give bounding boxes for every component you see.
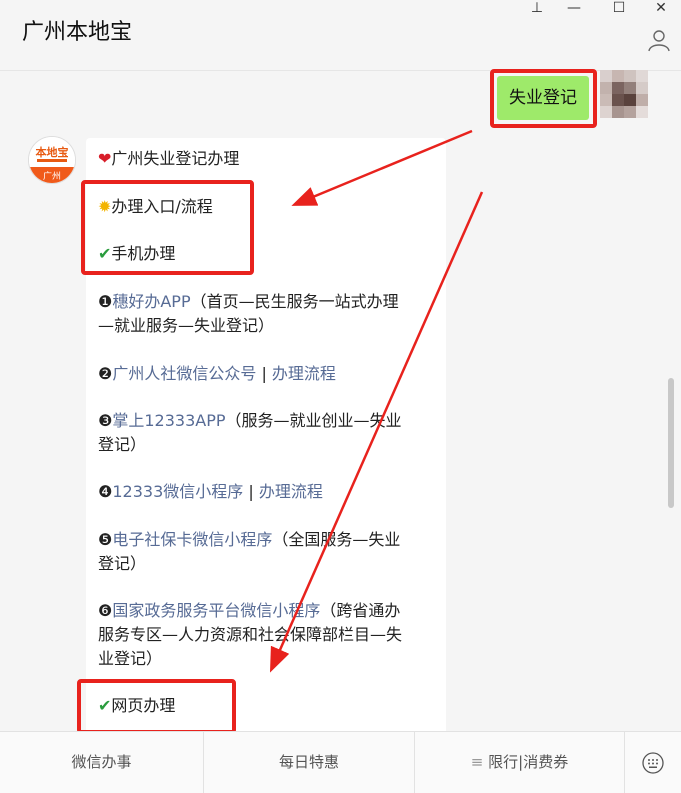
- bottom-menu: 微信办事 每日特惠 ≡ 限行|消费券: [0, 731, 681, 793]
- menu-daily-deals[interactable]: 每日特惠: [204, 732, 415, 793]
- menu-lines-icon: ≡: [470, 753, 489, 771]
- menu-wechat-service[interactable]: 微信办事: [0, 732, 204, 793]
- arrow-to-web: [269, 191, 484, 673]
- chat-scrollbar[interactable]: [668, 378, 674, 508]
- arrow-to-entry: [291, 129, 473, 206]
- keyboard-toggle[interactable]: [625, 732, 681, 793]
- menu-traffic-coupons[interactable]: ≡ 限行|消费券: [415, 732, 625, 793]
- annotation-arrows: [269, 129, 484, 673]
- keyboard-icon: [642, 751, 664, 774]
